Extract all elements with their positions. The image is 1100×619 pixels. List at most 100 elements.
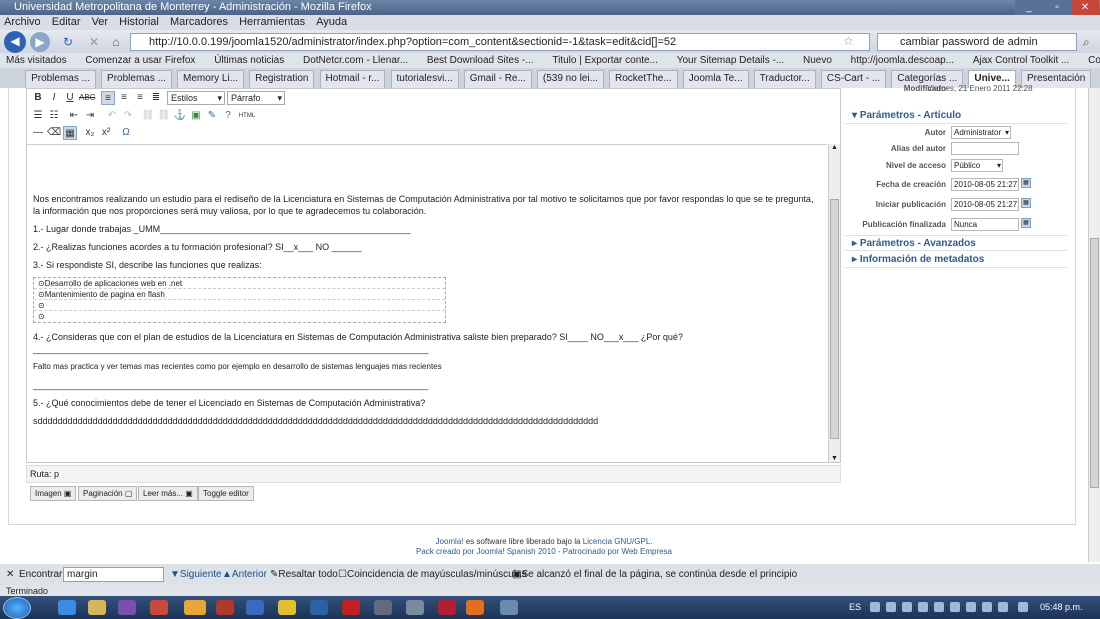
tray-icon[interactable]: [918, 602, 928, 612]
menu-herramientas[interactable]: Herramientas: [239, 16, 305, 28]
search-icon[interactable]: ⌕: [1083, 35, 1090, 50]
access-level-select[interactable]: Público ▾: [951, 159, 1003, 172]
license-link[interactable]: Licencia GNU/GPL.: [583, 537, 653, 546]
browser-tab[interactable]: Memory Li...: [177, 70, 245, 88]
strikethrough-icon[interactable]: ABC: [79, 91, 95, 105]
browser-tab[interactable]: Problemas ...: [101, 70, 172, 88]
app-icon[interactable]: [278, 600, 296, 615]
browser-tab[interactable]: Problemas ...: [25, 70, 96, 88]
browser-tab[interactable]: Joomla Te...: [682, 70, 749, 88]
menu-archivo[interactable]: Archivo: [4, 16, 41, 28]
scroll-down-icon[interactable]: ▼: [831, 455, 838, 462]
page-scrollbar-thumb[interactable]: [1090, 238, 1099, 488]
bookmark-item[interactable]: Your Sitemap Details -...: [677, 55, 784, 66]
start-button[interactable]: [3, 597, 31, 619]
read-more-button[interactable]: Leer más... ▣: [138, 486, 198, 501]
bookmark-item[interactable]: http://joomla.descoap...: [851, 55, 954, 66]
bookmark-item[interactable]: Comenzar a usar Firefox: [85, 55, 195, 66]
find-next-button[interactable]: ▼ Siguiente: [170, 564, 222, 585]
remove-format-icon[interactable]: ⌫: [47, 126, 61, 140]
superscript-icon[interactable]: x²: [99, 126, 113, 140]
media-player-icon[interactable]: [118, 600, 136, 615]
close-find-icon[interactable]: ✕: [6, 564, 14, 585]
menu-ayuda[interactable]: Ayuda: [316, 16, 347, 28]
pagination-button[interactable]: Paginación ▢: [78, 486, 138, 501]
tray-icon[interactable]: [982, 602, 992, 612]
clock[interactable]: 05:48 p.m.: [1040, 600, 1083, 615]
numbered-list-icon[interactable]: ☷: [47, 109, 61, 123]
tray-icon[interactable]: [966, 602, 976, 612]
author-select[interactable]: Administrator ▾: [951, 126, 1011, 139]
stop-icon[interactable]: ✕: [84, 32, 104, 52]
calendar-icon[interactable]: ▦: [1021, 198, 1031, 208]
tray-icon[interactable]: [870, 602, 880, 612]
browser-tab[interactable]: Traductor...: [753, 70, 816, 88]
outdent-icon[interactable]: ⇤: [67, 109, 81, 123]
language-indicator[interactable]: ES: [849, 600, 861, 615]
app-icon[interactable]: [500, 600, 518, 615]
author-alias-input[interactable]: [951, 142, 1019, 155]
app-icon[interactable]: [406, 600, 424, 615]
link-icon[interactable]: ⛓: [141, 109, 155, 123]
styles-select[interactable]: Estilos ▾: [167, 91, 225, 105]
bookmark-item[interactable]: DotNetcr.com - Llenar...: [303, 55, 408, 66]
bookmark-item[interactable]: Más visitados: [6, 55, 67, 66]
section-article-params[interactable]: ▾ Parámetros - Artículo: [845, 108, 1067, 124]
bookmark-item[interactable]: Últimas noticias: [214, 55, 284, 66]
bookmark-item[interactable]: Titulo | Exportar conte...: [552, 55, 658, 66]
back-icon[interactable]: ◀: [4, 31, 26, 53]
app-icon[interactable]: [246, 600, 264, 615]
menu-editar[interactable]: Editar: [52, 16, 81, 28]
browser-tab[interactable]: Hotmail - r...: [319, 70, 386, 88]
cleanup-icon[interactable]: ✎: [205, 109, 219, 123]
browser-tab[interactable]: tutorialesvi...: [390, 70, 459, 88]
app-icon[interactable]: [184, 600, 206, 615]
visual-aid-icon[interactable]: ▦: [63, 126, 77, 140]
image-button[interactable]: Imagen ▣: [30, 486, 77, 501]
calendar-icon[interactable]: ▦: [1021, 178, 1031, 188]
app-icon[interactable]: [374, 600, 392, 615]
help-icon[interactable]: ?: [221, 109, 235, 123]
menu-marcadores[interactable]: Marcadores: [170, 16, 228, 28]
editor-scrollbar[interactable]: ▲ ▼: [828, 144, 840, 462]
indent-icon[interactable]: ⇥: [83, 109, 97, 123]
tray-icon[interactable]: [950, 602, 960, 612]
app-icon[interactable]: [342, 600, 360, 615]
toggle-editor-button[interactable]: Toggle editor: [198, 486, 254, 501]
italic-icon[interactable]: I: [47, 91, 61, 105]
app-icon[interactable]: [310, 600, 328, 615]
redo-icon[interactable]: ↷: [121, 109, 135, 123]
highlight-all-button[interactable]: ✎ Resaltar todo: [270, 564, 338, 585]
publish-down-input[interactable]: Nunca: [951, 218, 1019, 231]
align-justify-icon[interactable]: ≣: [149, 91, 163, 105]
ie-icon[interactable]: [58, 600, 76, 615]
browser-tab[interactable]: Registration: [249, 70, 315, 88]
joomla-link[interactable]: Joomla!: [435, 537, 463, 546]
browser-tab[interactable]: RocketThe...: [609, 70, 678, 88]
html-source-icon[interactable]: HTML: [237, 109, 257, 123]
tray-icon[interactable]: [998, 602, 1008, 612]
special-character-icon[interactable]: Ω: [119, 126, 133, 140]
bookmark-item[interactable]: Ajax Control Toolkit ...: [973, 55, 1070, 66]
bookmark-item[interactable]: Best Download Sites -...: [427, 55, 534, 66]
unlink-icon[interactable]: ⛓: [157, 109, 171, 123]
align-center-icon[interactable]: ≡: [117, 91, 131, 105]
bold-icon[interactable]: B: [31, 91, 45, 105]
home-icon[interactable]: ⌂: [106, 32, 126, 52]
section-advanced-params[interactable]: ▸ Parámetros - Avanzados: [845, 235, 1067, 251]
maximize-button[interactable]: ▫: [1043, 0, 1071, 15]
section-metadata[interactable]: ▸ Información de metadatos: [845, 252, 1067, 268]
created-date-input[interactable]: 2010-08-05 21:27:5: [951, 178, 1019, 191]
calendar-icon[interactable]: ▦: [1021, 218, 1031, 228]
match-case-checkbox[interactable]: ☐ Coincidencia de mayúsculas/minúsculas: [338, 564, 527, 585]
bullet-list-icon[interactable]: ☰: [31, 109, 45, 123]
search-input[interactable]: cambiar password de admin: [877, 33, 1077, 51]
publish-up-input[interactable]: 2010-08-05 21:27:5: [951, 198, 1019, 211]
reload-icon[interactable]: ↻: [58, 32, 78, 52]
tray-icon[interactable]: [902, 602, 912, 612]
anchor-icon[interactable]: ⚓: [173, 109, 187, 123]
menu-historial[interactable]: Historial: [119, 16, 159, 28]
undo-icon[interactable]: ↶: [105, 109, 119, 123]
app-icon[interactable]: [216, 600, 234, 615]
find-input[interactable]: margin: [63, 567, 164, 582]
